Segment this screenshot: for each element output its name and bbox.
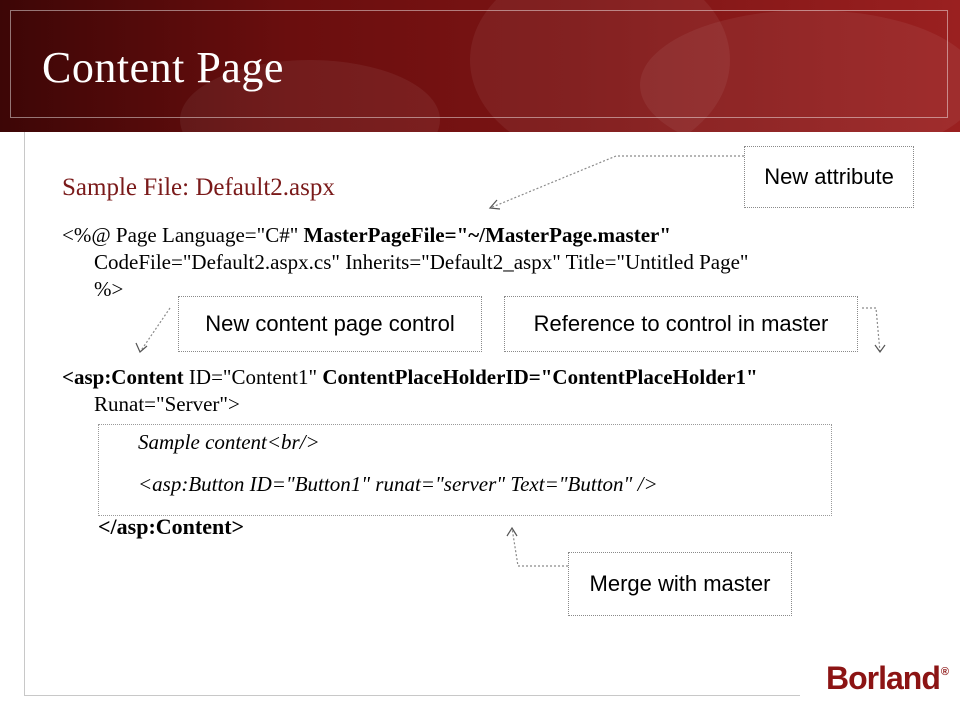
arrow-content-control: [139, 307, 171, 353]
callout-new-content-control: New content page control: [178, 296, 482, 352]
arrowhead: [135, 342, 148, 353]
arrow-merge-master: [511, 527, 568, 567]
arrowhead: [488, 199, 501, 210]
callout-new-attribute: New attribute: [744, 146, 914, 208]
arrowhead: [506, 526, 518, 537]
callout-reference-master: Reference to control in master: [504, 296, 858, 352]
page-directive: <%@ Page Language="C#" MasterPageFile="~…: [62, 222, 922, 303]
content-id-attr: ID="Content1": [183, 365, 323, 389]
callout-merge-master: Merge with master: [568, 552, 792, 616]
master-page-file-attr: MasterPageFile="~/MasterPage.master": [303, 223, 671, 247]
arrowhead: [874, 344, 886, 354]
content-close-tag: </asp:Content>: [98, 514, 245, 539]
sample-content-line: Sample content<br/>: [138, 430, 320, 454]
left-divider: [24, 132, 25, 696]
slide-subtitle: Sample File: Default2.aspx: [62, 174, 335, 201]
arrow-reference-master: [862, 307, 881, 353]
content-tag: <asp:Content ID="Content1" ContentPlaceH…: [62, 364, 942, 418]
bottom-divider: [24, 695, 800, 696]
content-tag-open: <asp:Content: [62, 365, 184, 389]
slide-title: Content Page: [42, 43, 284, 92]
logo-text: Borland: [826, 660, 941, 696]
runat-attr: Runat="Server">: [94, 392, 240, 416]
directive-open: <%@ Page Language="C#": [62, 223, 304, 247]
registered-mark: ®: [940, 666, 949, 678]
placeholder-id-attr: ContentPlaceHolderID="ContentPlaceHolder…: [322, 365, 758, 389]
button-tag-line: <asp:Button ID="Button1" runat="server" …: [138, 472, 658, 496]
borland-logo: Borland®: [826, 660, 949, 697]
directive-continuation: CodeFile="Default2.aspx.cs" Inherits="De…: [94, 250, 749, 274]
slide-header: Content Page: [0, 0, 960, 132]
arrow-new-attribute: [489, 155, 744, 209]
